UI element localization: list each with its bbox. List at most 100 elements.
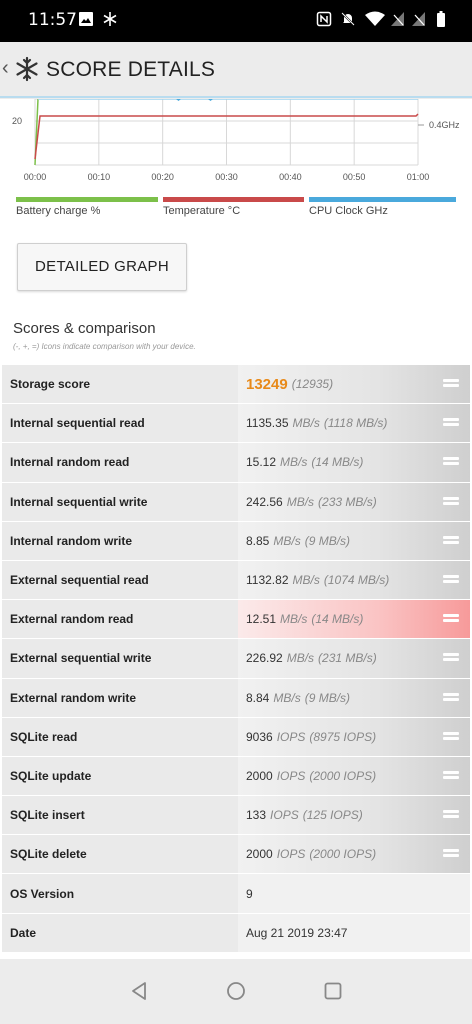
score-details-content: 00:00 00:10 00:20 00:30 00:40 00:50 01:00 20 0.4… <box>0 99 472 959</box>
score-label: External sequential write <box>2 639 238 678</box>
recents-nav-icon[interactable] <box>324 981 342 1001</box>
score-row[interactable]: External sequential read 1132.82 MB/s (1074… <box>2 560 470 601</box>
score-row[interactable]: SQLite insert 133 IOPS (125 IOPS) <box>2 796 470 836</box>
score-row[interactable]: SQLite update 2000 IOPS (2000 IOPS) <box>2 756 470 797</box>
score-value: 1135.35 <box>246 416 289 431</box>
legend-temperature-label: Temperature °C <box>163 205 241 217</box>
scores-section-title: Scores & comparison <box>13 320 156 337</box>
score-comparison: (233 MB/s) <box>318 494 377 509</box>
score-comparison: (2000 IOPS) <box>309 847 377 862</box>
score-unit: MB/s <box>273 690 301 705</box>
x-tick-label: 00:50 <box>343 172 366 182</box>
score-label: Internal random write <box>2 521 238 560</box>
navigation-bar <box>0 959 472 1024</box>
score-value-cell: 8.85 MB/s (9 MB/s) <box>238 521 470 560</box>
score-comparison: (14 MB/s) <box>311 612 364 627</box>
equal-comparison-icon <box>443 379 459 390</box>
score-value-cell: 9 <box>238 874 470 913</box>
equal-comparison-icon <box>443 418 459 429</box>
score-value: 8.85 <box>246 533 270 548</box>
score-row[interactable]: Internal random read 15.12 MB/s (14 MB/s) <box>2 443 470 483</box>
score-value: 9036 <box>246 729 273 744</box>
score-label: OS Version <box>2 874 238 913</box>
equal-comparison-icon <box>443 653 459 664</box>
monitoring-chart: 00:00 00:10 00:20 00:30 00:40 00:50 01:00 20 0.4… <box>12 99 460 182</box>
equal-comparison-icon <box>443 849 459 860</box>
score-comparison: (9 MB/s) <box>304 533 351 548</box>
legend-temperature: Temperature °C <box>163 197 304 219</box>
app-bar: ‹ SCORE DETAILS <box>0 42 472 98</box>
x-tick-label: 00:00 <box>24 172 47 182</box>
score-row[interactable]: Internal random write 8.85 MB/s (9 MB/s) <box>2 521 470 561</box>
score-value: 13249 <box>246 375 288 393</box>
score-comparison: (14 MB/s) <box>311 455 364 470</box>
score-value: 9 <box>246 886 253 901</box>
score-comparison: (9 MB/s) <box>304 690 351 705</box>
score-row[interactable]: External random write 8.84 MB/s (9 MB/s) <box>2 678 470 718</box>
score-row[interactable]: SQLite read 9036 IOPS (8975 IOPS) <box>2 717 470 757</box>
score-row[interactable]: External sequential write 226.92 MB/s (231 … <box>2 639 470 679</box>
score-unit: IOPS <box>276 768 306 783</box>
image-icon <box>79 12 93 26</box>
score-value: 2000 <box>246 847 273 862</box>
home-nav-icon[interactable] <box>226 981 246 1001</box>
score-comparison: (231 MB/s) <box>318 651 377 666</box>
score-row[interactable]: SQLite delete 2000 IOPS (2000 IOPS) <box>2 835 470 875</box>
status-bar: 11:57 <box>0 0 472 42</box>
scores-table: Storage score 13249 (12935) Internal sequen… <box>2 365 470 953</box>
marker-triangle <box>208 99 213 101</box>
equal-comparison-icon <box>443 457 459 468</box>
equal-comparison-icon <box>443 614 459 625</box>
right-tick-label: 0.4GHz <box>429 120 460 130</box>
score-value-cell: 2000 IOPS (2000 IOPS) <box>238 835 470 874</box>
x-tick-label: 00:30 <box>215 172 238 182</box>
score-value-cell: 1135.35 MB/s (1118 MB/s) <box>238 404 470 443</box>
score-comparison: (1074 MB/s) <box>323 573 390 588</box>
score-label: External sequential read <box>2 560 238 600</box>
score-unit: MB/s <box>280 455 308 470</box>
signal-icon-2 <box>412 12 425 26</box>
equal-comparison-icon <box>443 574 459 586</box>
score-value: 12.51 <box>246 612 277 627</box>
score-unit: MB/s <box>286 494 315 509</box>
equal-comparison-icon <box>443 535 459 547</box>
equal-comparison-icon <box>443 770 459 782</box>
scores-section-subtitle: (-, +, =) Icons indicate comparison with… <box>13 342 196 351</box>
score-unit: IOPS <box>270 808 299 823</box>
score-row[interactable]: OS Version 9 <box>2 874 470 914</box>
score-value: Aug 21 2019 23:47 <box>246 925 348 940</box>
snowflake-icon <box>103 12 117 26</box>
score-row[interactable]: Internal sequential write 242.56 MB/s (233 … <box>2 482 470 522</box>
score-row[interactable]: Date Aug 21 2019 23:47 <box>2 913 470 953</box>
score-value-cell: Aug 21 2019 23:47 <box>238 913 470 952</box>
score-value-cell: 12.51 MB/s (14 MB/s) <box>238 600 470 639</box>
score-label: Internal random read <box>2 443 238 482</box>
notifications-off-icon <box>341 12 355 26</box>
marker-triangle <box>176 99 181 101</box>
detailed-graph-button[interactable]: DETAILED GRAPH <box>17 243 187 291</box>
snowflake-logo-icon <box>16 56 38 82</box>
score-label: SQLite insert <box>2 796 238 835</box>
back-chevron-icon[interactable]: ‹ <box>2 57 9 80</box>
score-value: 8.84 <box>246 690 270 705</box>
score-value-cell: 9036 IOPS (8975 IOPS) <box>238 717 470 756</box>
y-tick-label: 20 <box>12 116 22 126</box>
score-row[interactable]: Internal sequential read 1135.35 MB/s (1118… <box>2 404 470 444</box>
score-unit: MB/s <box>280 612 308 627</box>
score-row[interactable]: Storage score 13249 (12935) <box>2 365 470 405</box>
score-comparison: (125 IOPS) <box>302 808 363 823</box>
score-comparison: (1118 MB/s) <box>323 416 388 431</box>
score-comparison: (12935) <box>291 377 334 392</box>
score-value-cell: 242.56 MB/s (233 MB/s) <box>238 482 470 521</box>
score-unit: MB/s <box>286 651 315 666</box>
legend-cpu-clock: CPU Clock GHz <box>309 197 456 219</box>
score-row[interactable]: External random read 12.51 MB/s (14 MB/s) <box>2 600 470 640</box>
back-nav-icon[interactable] <box>130 981 148 1001</box>
legend-battery-swatch <box>16 197 158 202</box>
legend-cpu-clock-label: CPU Clock GHz <box>309 205 388 217</box>
status-time: 11:57 <box>28 10 77 30</box>
score-label: SQLite delete <box>2 835 238 874</box>
score-comparison: (2000 IOPS) <box>309 768 377 783</box>
equal-comparison-icon <box>443 496 459 508</box>
battery-icon <box>437 11 445 27</box>
